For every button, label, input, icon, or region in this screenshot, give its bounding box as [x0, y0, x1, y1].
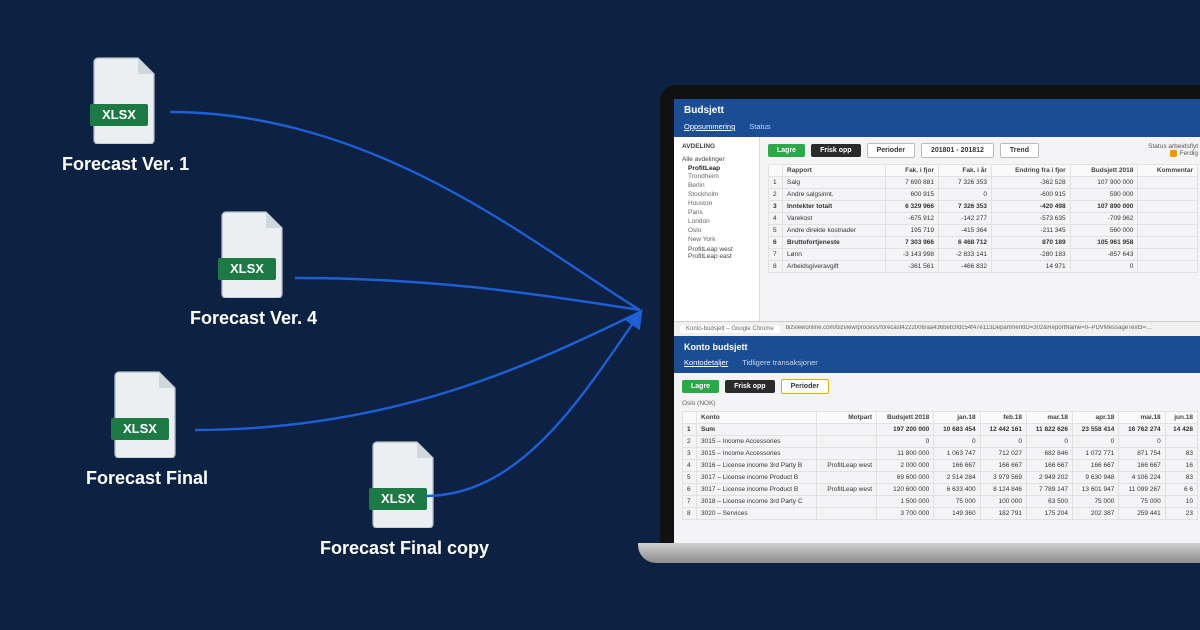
summary-table: RapportFak. i fjorFak. i årEndring fra i… — [768, 164, 1198, 273]
tab-prev-transactions[interactable]: Tidligere transaksjoner — [742, 358, 818, 367]
sidebar-item[interactable]: Houston — [688, 199, 751, 208]
sidebar-item[interactable]: Stockholm — [688, 190, 751, 199]
tab-summary[interactable]: Oppsummering — [684, 122, 735, 131]
periods-button-modal[interactable]: Perioder — [781, 379, 829, 394]
col-header — [683, 412, 697, 424]
col-header: Fak. i fjor — [886, 165, 939, 177]
col-header: mai.18 — [1119, 412, 1165, 424]
svg-text:XLSX: XLSX — [381, 491, 415, 506]
col-header: feb.18 — [980, 412, 1026, 424]
col-header: mar.18 — [1027, 412, 1073, 424]
browser-tab[interactable]: Konto-budsjett – Google Chrome — [680, 325, 780, 333]
department-sidebar: AVDELING Alle avdelinger ProfitLeap Tron… — [674, 137, 760, 321]
main-panel-top: Lagre Frisk opp Perioder 201801 - 201812… — [760, 137, 1200, 321]
table-row[interactable]: 23015 – Income Accessories000000 — [683, 436, 1198, 448]
laptop-base — [638, 543, 1200, 563]
table-row[interactable]: 3Inntekter totalt6 329 9667 326 353-420 … — [769, 201, 1198, 213]
file-label: Forecast Final — [86, 468, 208, 489]
table-row[interactable]: 33015 – Income Accessories11 800 0001 06… — [683, 448, 1198, 460]
laptop-bezel: Budsjett Oppsummering Status AVDELING Al… — [660, 85, 1200, 543]
tab-status[interactable]: Status — [749, 122, 770, 131]
browser-url: bizviewonline.com/bizview/process/foreca… — [786, 325, 1200, 333]
table-row[interactable]: 43016 – License income 3rd Party BProfit… — [683, 460, 1198, 472]
sidebar-item[interactable]: Berlin — [688, 181, 751, 190]
period-range[interactable]: 201801 - 201812 — [921, 143, 994, 158]
col-header: Budsjett 2018 — [877, 412, 934, 424]
col-header: Konto — [697, 412, 817, 424]
laptop-device: Budsjett Oppsummering Status AVDELING Al… — [660, 85, 1200, 563]
col-header: Endring fra i fjor — [991, 165, 1070, 177]
sidebar-item[interactable]: Oslo — [688, 226, 751, 235]
svg-text:XLSX: XLSX — [123, 421, 157, 436]
sidebar-item[interactable]: Trondheim — [688, 172, 751, 181]
table-row[interactable]: 53017 – License income Product B69 600 0… — [683, 472, 1198, 484]
table-row[interactable]: 73018 – License income 3rd Party C1 500 … — [683, 496, 1198, 508]
sidebar-root[interactable]: Alle avdelinger — [682, 154, 751, 165]
app-tabs-top: Oppsummering Status — [674, 122, 1200, 137]
col-header: jun.18 — [1165, 412, 1197, 424]
col-header: Rapport — [783, 165, 886, 177]
col-header: Kommentar — [1138, 165, 1198, 177]
xlsx-icon: XLSX — [218, 210, 290, 298]
xlsx-icon: XLSX — [369, 440, 441, 528]
svg-text:XLSX: XLSX — [230, 261, 264, 276]
xlsx-file-2: XLSX Forecast Ver. 4 — [190, 210, 317, 329]
xlsx-icon: XLSX — [90, 56, 162, 144]
xlsx-file-4: XLSX Forecast Final copy — [320, 440, 489, 559]
modal-subtitle: Oslo (NOK) — [682, 400, 1198, 407]
col-header: Fak. i år — [939, 165, 992, 177]
sidebar-heading: AVDELING — [682, 143, 751, 150]
table-row[interactable]: 8Arbeidsgiveravgift-361 561-466 83214 97… — [769, 261, 1198, 273]
main-panel-modal: Lagre Frisk opp Perioder Oslo (NOK) Kont… — [674, 373, 1200, 526]
toolbar-modal: Lagre Frisk opp Perioder — [682, 379, 1198, 394]
col-header: apr.18 — [1072, 412, 1118, 424]
save-button[interactable]: Lagre — [768, 144, 805, 157]
sidebar-item[interactable]: London — [688, 217, 751, 226]
browser-chrome: Konto-budsjett – Google Chrome bizviewon… — [674, 321, 1200, 336]
account-table: KontoMotpartBudsjett 2018jan.18feb.18mar… — [682, 411, 1198, 520]
xlsx-file-3: XLSX Forecast Final — [86, 370, 208, 489]
app-tabs-modal: Kontodetaljer Tidligere transaksjoner — [674, 358, 1200, 373]
col-header: Motpart — [817, 412, 877, 424]
sidebar-group-west[interactable]: ProfitLeap west — [682, 246, 751, 253]
account-budget-window: Konto budsjett Kontodetaljer Tidligere t… — [674, 336, 1200, 526]
xlsx-icon: XLSX — [111, 370, 183, 458]
table-row[interactable]: 83020 – Services3 700 000149 360182 7911… — [683, 508, 1198, 520]
tab-account-details[interactable]: Kontodetaljer — [684, 358, 728, 367]
table-row[interactable]: 2Andre salgsinnt.600 9150-600 915590 000 — [769, 189, 1198, 201]
modal-title: Konto budsjett — [674, 336, 1200, 358]
refresh-button-modal[interactable]: Frisk opp — [725, 380, 775, 393]
table-row[interactable]: 63017 – License income Product BProfitLe… — [683, 484, 1198, 496]
sidebar-item[interactable]: Paris — [688, 208, 751, 217]
sidebar-item[interactable]: New York — [688, 235, 751, 244]
app-screen: Budsjett Oppsummering Status AVDELING Al… — [674, 99, 1200, 543]
sidebar-group[interactable]: ProfitLeap — [682, 165, 751, 172]
col-header: Budsjett 2018 — [1070, 165, 1138, 177]
table-row[interactable]: 7Lønn-3 143 998-2 833 141-280 183-857 64… — [769, 249, 1198, 261]
table-row[interactable]: 6Bruttofortjeneste7 303 9666 468 712870 … — [769, 237, 1198, 249]
trend-button[interactable]: Trend — [1000, 143, 1039, 158]
file-label: Forecast Final copy — [320, 538, 489, 559]
workflow-status: Status arbeidsflyt Ferdig — [1148, 143, 1198, 157]
file-label: Forecast Ver. 4 — [190, 308, 317, 329]
periods-button[interactable]: Perioder — [867, 143, 915, 158]
table-row[interactable]: 4Varekost-675 912-142 277-573 635-709 96… — [769, 213, 1198, 225]
table-row[interactable]: 1Sum197 200 00010 683 45412 442 16111 82… — [683, 424, 1198, 436]
xlsx-file-1: XLSX Forecast Ver. 1 — [62, 56, 189, 175]
status-dot-icon — [1170, 150, 1177, 157]
refresh-button[interactable]: Frisk opp — [811, 144, 861, 157]
app-title: Budsjett — [674, 99, 1200, 122]
sidebar-group-east[interactable]: ProfitLeap east — [682, 253, 751, 260]
file-label: Forecast Ver. 1 — [62, 154, 189, 175]
col-header — [769, 165, 783, 177]
svg-text:XLSX: XLSX — [102, 107, 136, 122]
table-row[interactable]: 1Salg7 690 8817 326 353-362 528107 900 0… — [769, 177, 1198, 189]
save-button-modal[interactable]: Lagre — [682, 380, 719, 393]
toolbar-top: Lagre Frisk opp Perioder 201801 - 201812… — [768, 143, 1198, 158]
table-row[interactable]: 5Andre direkte kostnader195 719-415 364-… — [769, 225, 1198, 237]
col-header: jan.18 — [934, 412, 980, 424]
